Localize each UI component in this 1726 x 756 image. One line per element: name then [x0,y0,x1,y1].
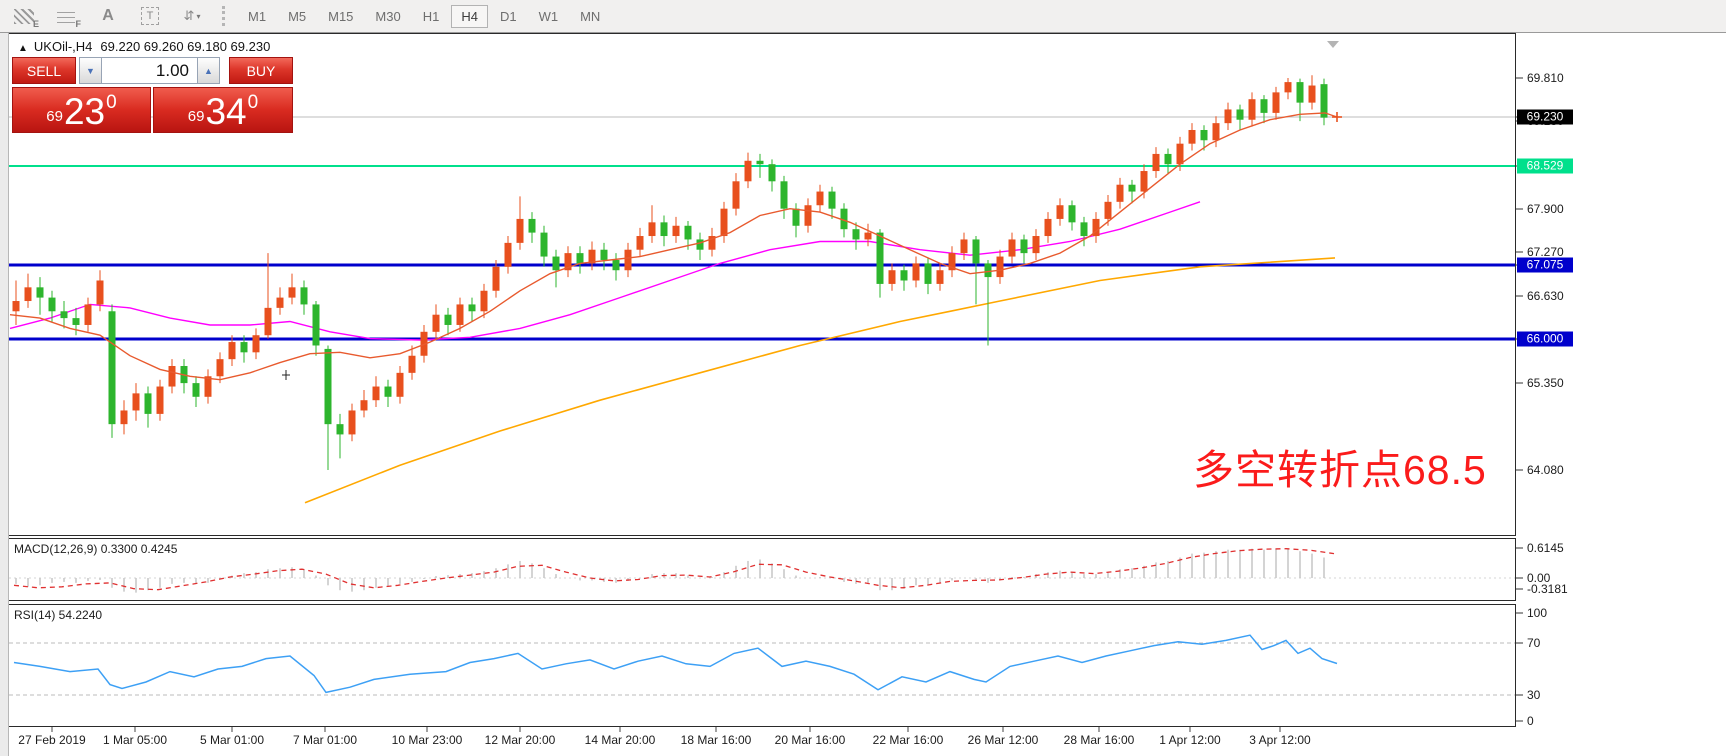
ohlc-values: 69.220 69.260 69.180 69.230 [100,39,270,54]
time-axis-label: 1 Mar 05:00 [103,733,167,747]
rsi-axis-label: 70 [1527,636,1540,650]
arrange-objects-icon[interactable]: ⇵ ▾ [178,4,206,28]
macd-panel[interactable] [8,538,1516,601]
price-axis-label: 64.080 [1527,463,1564,477]
time-axis-label: 18 Mar 16:00 [681,733,752,747]
buy-price-panel[interactable]: 69 34 0 [153,87,293,133]
indicator-hatch-e-icon[interactable]: E [10,4,38,28]
time-axis-label: 7 Mar 01:00 [293,733,357,747]
toolbar-icon-group: E F A T ⇵ ▾ [0,4,206,28]
rsi-indicator-label: RSI(14) 54.2240 [14,608,102,622]
text-label-icon[interactable]: A [94,4,122,28]
buy-price-major: 69 [188,108,205,125]
symbol-label: UKOil-,H4 [34,39,93,54]
rsi-axis-label: 100 [1527,606,1547,620]
timeframe-button-M15[interactable]: M15 [318,5,363,28]
price-badge: 67.075 [1517,258,1573,273]
time-axis-label: 5 Mar 01:00 [200,733,264,747]
indicator-dots-f-icon[interactable]: F [52,4,80,28]
rsi-axis-label: 30 [1527,688,1540,702]
macd-axis-label: 0.6145 [1527,541,1564,555]
one-click-trade-widget: SELL ▼ 1.00 ▲ BUY 69 23 0 69 34 0 [12,57,294,133]
chevron-down-icon: ▾ [196,12,200,21]
time-axis-label: 1 Apr 12:00 [1159,733,1220,747]
price-axis-label: 66.630 [1527,289,1564,303]
time-axis-label: 20 Mar 16:00 [775,733,846,747]
time-axis-label: 10 Mar 23:00 [392,733,463,747]
time-axis-label: 27 Feb 2019 [18,733,85,747]
timeframe-buttons: M1M5M15M30H1H4D1W1MN [237,5,611,28]
sell-button[interactable]: SELL [12,57,76,84]
sell-price-panel[interactable]: 69 23 0 [12,87,151,133]
price-axis-label: 65.350 [1527,376,1564,390]
sell-price-major: 69 [46,108,63,125]
timeframe-button-H4[interactable]: H4 [451,5,488,28]
price-axis-label: 67.900 [1527,202,1564,216]
price-badge: 66.000 [1517,332,1573,347]
price-axis-label: 69.810 [1527,71,1564,85]
timeframe-button-M30[interactable]: M30 [365,5,410,28]
sell-price-pips: 23 [64,93,105,130]
chart-title: ▲ UKOil-,H4 69.220 69.260 69.180 69.230 [18,39,270,54]
price-badge: 68.529 [1517,159,1573,174]
time-axis-label: 12 Mar 20:00 [485,733,556,747]
timeframe-button-M1[interactable]: M1 [238,5,276,28]
toolbar: E F A T ⇵ ▾ M1M5M15M30H1H4D1W1MN [0,0,1726,33]
time-axis-label: 28 Mar 16:00 [1064,733,1135,747]
buy-price-pips: 34 [205,93,246,130]
timeframe-button-MN[interactable]: MN [570,5,610,28]
time-axis-label: 14 Mar 20:00 [585,733,656,747]
chart-text-annotation[interactable]: 多空转折点68.5 [1193,436,1487,496]
time-axis-label: 3 Apr 12:00 [1249,733,1310,747]
volume-input[interactable]: 1.00 [102,57,197,84]
macd-axis-label: -0.3181 [1527,582,1568,596]
macd-indicator-label: MACD(12,26,9) 0.3300 0.4245 [14,542,177,556]
toolbar-drag-handle[interactable] [222,6,229,26]
text-box-icon[interactable]: T [136,4,164,28]
time-axis-label: 22 Mar 16:00 [873,733,944,747]
price-badge: 69.230 [1517,110,1573,125]
time-axis-label: 26 Mar 12:00 [968,733,1039,747]
window-left-edge [0,32,9,756]
sell-price-point: 0 [106,92,117,114]
collapse-arrow-icon[interactable]: ▲ [18,43,28,54]
rsi-panel[interactable] [8,604,1516,727]
timeframe-button-H1[interactable]: H1 [413,5,450,28]
rsi-axis-label: 0 [1527,714,1534,728]
timeframe-button-D1[interactable]: D1 [490,5,527,28]
buy-button[interactable]: BUY [229,57,293,84]
buy-price-point: 0 [248,92,259,114]
volume-increase-button[interactable]: ▲ [197,57,220,84]
volume-decrease-button[interactable]: ▼ [79,57,102,84]
timeframe-button-W1[interactable]: W1 [529,5,569,28]
timeframe-button-M5[interactable]: M5 [278,5,316,28]
